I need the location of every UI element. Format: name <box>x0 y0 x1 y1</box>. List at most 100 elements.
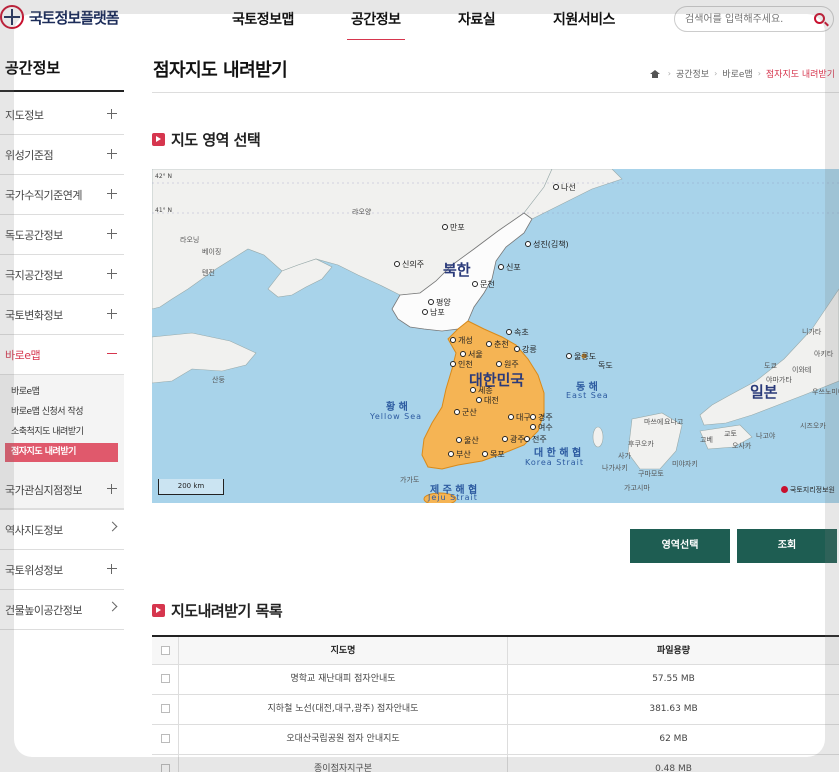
map-name-cell: 종이점자지구본 <box>179 755 508 772</box>
nav-item-spatial-info[interactable]: 공간정보 <box>347 9 405 42</box>
plus-icon <box>107 149 117 159</box>
breadcrumb-separator: › <box>714 69 718 78</box>
sidebar-item-polar[interactable]: 극지공간정보 <box>0 255 124 295</box>
nav-item-library[interactable]: 자료실 <box>458 9 496 29</box>
sidebar-item-label: 지도정보 <box>5 109 44 122</box>
map-city-label: 군산 <box>454 407 477 418</box>
breadcrumb: › 공간정보 › 바로e맵 › 점자지도 내려받기 <box>649 67 835 80</box>
map-faint-label: 시즈오카 <box>800 422 826 430</box>
table-header-row: 지도명 파일용량 <box>152 635 839 667</box>
row-checkbox-cell <box>152 755 179 772</box>
sidebar: 공간정보 지도정보 위성기준점 국가수직기준연계 독도공간정보 극지공간정보 국… <box>0 40 125 772</box>
home-icon[interactable] <box>649 69 660 78</box>
logo-icon <box>0 5 24 29</box>
map-country-label: 대한민국 <box>469 371 525 389</box>
map-city-label: 대구 <box>508 412 531 423</box>
table-row[interactable]: 종이점자지구본 0.48 MB <box>152 755 839 772</box>
map-sea-label: 황 해 <box>386 402 408 413</box>
map-coordinate-label: 41° N <box>155 207 173 214</box>
sidebar-title: 공간정보 <box>5 59 61 77</box>
breadcrumb-item[interactable]: 바로e맵 <box>722 67 752 80</box>
map-city-label: 성진(김책) <box>525 239 569 250</box>
map-city-label: 울산 <box>456 435 479 446</box>
sidebar-item-label: 위성기준점 <box>5 149 54 162</box>
row-checkbox-cell <box>152 725 179 755</box>
map-city-label: 남포 <box>422 307 445 318</box>
map-faint-label: 랴오양 <box>352 208 372 216</box>
map-name-cell: 명학교 재난대피 점자안내도 <box>179 665 508 695</box>
select-all-cell <box>152 637 179 667</box>
map-city-label: 울릉도 <box>566 351 596 362</box>
table-row[interactable]: 명학교 재난대피 점자안내도 57.55 MB <box>152 665 839 695</box>
breadcrumb-item[interactable]: 공간정보 <box>676 67 709 80</box>
ngii-logo-icon <box>780 486 788 493</box>
row-checkbox[interactable] <box>160 734 170 743</box>
map-faint-label: 톈진 <box>202 269 215 277</box>
map-coordinate-label: 42° N <box>155 173 173 180</box>
map-city-label: 신포 <box>498 262 521 273</box>
nav-item-support[interactable]: 지원서비스 <box>553 9 615 29</box>
section-arrow-icon <box>152 133 165 146</box>
search-input[interactable] <box>685 11 805 27</box>
sidebar-item-label: 국가관심지점정보 <box>5 484 82 497</box>
breadcrumb-separator: › <box>667 69 671 78</box>
search-icon[interactable] <box>814 13 825 24</box>
sidebar-item-poi[interactable]: 국가관심지점정보 <box>0 470 124 510</box>
row-checkbox[interactable] <box>160 704 170 713</box>
submenu-item-small-scale[interactable]: 소축척지도 내려받기 <box>5 423 118 442</box>
sidebar-item-satellite-info[interactable]: 국토위성정보 <box>0 550 124 590</box>
chevron-right-icon <box>107 521 118 532</box>
search-button[interactable]: 조회 <box>737 529 837 563</box>
map-sea-label: Korea Strait <box>525 458 584 467</box>
map-faint-label: 도쿄 <box>764 362 777 370</box>
row-checkbox[interactable] <box>160 764 170 772</box>
map-city-label: 독도 <box>598 361 613 370</box>
plus-icon <box>107 269 117 279</box>
map-scale-bar: 200 km <box>158 479 224 495</box>
map-faint-label: 아키타 <box>814 350 834 358</box>
sidebar-item-historical-map[interactable]: 역사지도정보 <box>0 510 124 550</box>
table-row[interactable]: 오대산국립공원 점자 안내지도 62 MB <box>152 725 839 755</box>
plus-icon <box>107 109 117 119</box>
main-content: 점자지도 내려받기 › 공간정보 › 바로e맵 › 점자지도 내려받기 지도 영… <box>125 40 839 772</box>
select-all-checkbox[interactable] <box>160 646 170 655</box>
submenu-item-baro-emap[interactable]: 바로e맵 <box>5 383 118 402</box>
sidebar-item-land-change[interactable]: 국토변화정보 <box>0 295 124 335</box>
plus-icon <box>107 484 117 494</box>
title-divider <box>152 92 839 93</box>
sidebar-item-label: 건물높이공간정보 <box>5 604 82 617</box>
submenu-item-braille-map[interactable]: 점자지도 내려받기 <box>5 443 118 462</box>
map-faint-label: 니가타 <box>802 328 822 336</box>
map-faint-label: 야마가타 <box>766 376 792 384</box>
file-size-cell: 0.48 MB <box>655 764 692 772</box>
select-area-button[interactable]: 영역선택 <box>630 529 730 563</box>
table-row[interactable]: 지하철 노선(대전,대구,광주) 점자안내도 381.63 MB <box>152 695 839 725</box>
breadcrumb-current: 점자지도 내려받기 <box>765 70 835 80</box>
sidebar-item-dokdo[interactable]: 독도공간정보 <box>0 215 124 255</box>
sidebar-item-map-info[interactable]: 지도정보 <box>0 95 124 135</box>
sidebar-item-vertical-datum[interactable]: 국가수직기준연계 <box>0 175 124 215</box>
map-faint-label: 오사카 <box>732 442 752 450</box>
map-city-label: 강릉 <box>514 344 537 355</box>
area-select-map[interactable]: 42° N 41° N 라오닝 베이징 톈진 산둥 랴오양 나선 만포 성진(김… <box>152 169 839 503</box>
plus-icon <box>107 309 117 319</box>
map-faint-label: 고베 <box>700 436 713 444</box>
site-logo[interactable]: 국토정보플랫폼 <box>0 5 120 29</box>
map-sea-label: East Sea <box>566 391 609 400</box>
map-name-cell: 오대산국립공원 점자 안내지도 <box>179 725 508 755</box>
sidebar-item-baro-emap[interactable]: 바로e맵 <box>0 335 124 375</box>
sidebar-item-label: 독도공간정보 <box>5 229 63 242</box>
map-city-label: 춘천 <box>486 339 509 350</box>
map-name-cell: 지하철 노선(대전,대구,광주) 점자안내도 <box>179 695 508 725</box>
submenu-item-application[interactable]: 바로e맵 신청서 작성 <box>5 403 118 422</box>
row-checkbox[interactable] <box>160 674 170 683</box>
chevron-right-icon <box>107 601 118 612</box>
column-header-map-name: 지도명 <box>179 637 508 667</box>
map-city-label: 문천 <box>472 279 495 290</box>
sidebar-item-building-height[interactable]: 건물높이공간정보 <box>0 590 124 630</box>
map-copyright: 국토지리정보원 <box>780 485 835 495</box>
plus-icon <box>107 189 117 199</box>
map-faint-label: 산둥 <box>212 376 225 384</box>
nav-item-map[interactable]: 국토정보맵 <box>232 9 294 29</box>
sidebar-item-satellite-reference[interactable]: 위성기준점 <box>0 135 124 175</box>
